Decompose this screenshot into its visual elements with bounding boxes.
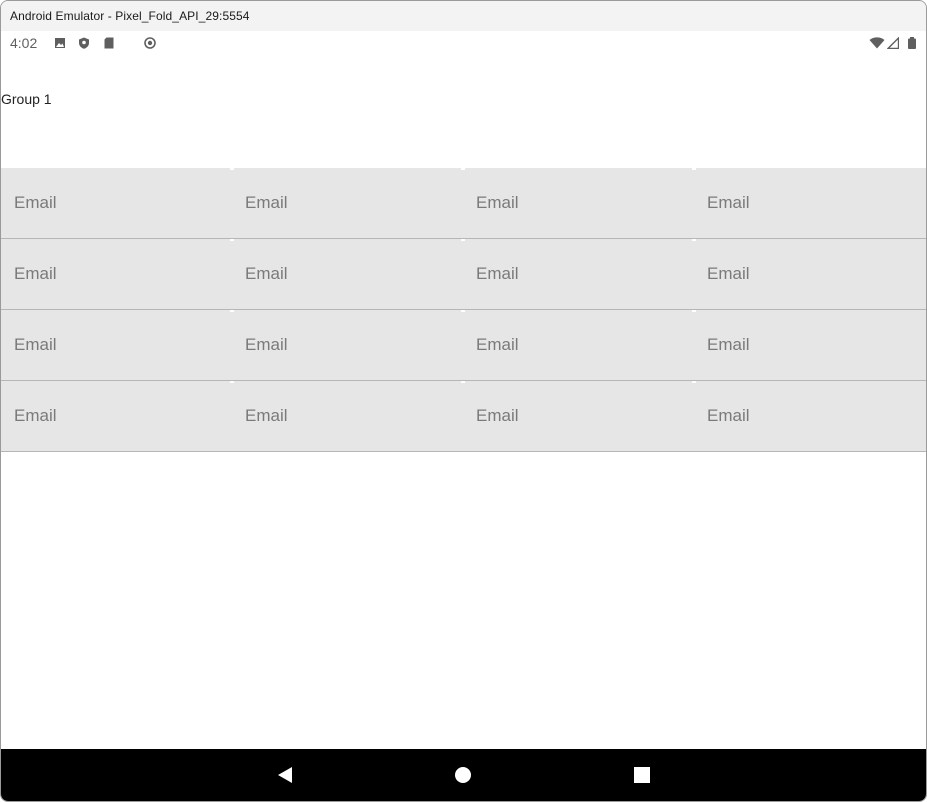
email-field[interactable]: Email xyxy=(461,310,694,380)
email-field[interactable]: Email xyxy=(1,310,232,380)
email-field[interactable]: Email xyxy=(230,239,463,309)
email-field[interactable]: Email xyxy=(461,168,694,238)
sd-card-icon xyxy=(104,37,114,49)
email-field[interactable]: Email xyxy=(692,381,926,451)
signal-icon xyxy=(887,37,899,49)
back-icon[interactable] xyxy=(275,765,295,785)
email-field[interactable]: Email xyxy=(1,168,232,238)
circle-target-icon xyxy=(144,37,156,49)
battery-icon xyxy=(908,37,916,49)
status-bar: 4:02 xyxy=(1,31,926,57)
wifi-icon xyxy=(869,37,885,49)
window-title: Android Emulator - Pixel_Fold_API_29:555… xyxy=(10,9,250,23)
group-label: Group 1 xyxy=(1,91,52,107)
email-field[interactable]: Email xyxy=(1,381,232,451)
email-grid: Email Email Email Email Email Email Emai… xyxy=(1,168,926,452)
grid-row: Email Email Email Email xyxy=(1,168,926,239)
email-field[interactable]: Email xyxy=(230,168,463,238)
window-titlebar[interactable]: Android Emulator - Pixel_Fold_API_29:555… xyxy=(1,1,926,31)
grid-row: Email Email Email Email xyxy=(1,239,926,310)
image-icon xyxy=(55,38,65,48)
email-field[interactable]: Email xyxy=(1,239,232,309)
emulator-window: Android Emulator - Pixel_Fold_API_29:555… xyxy=(0,0,927,802)
email-field[interactable]: Email xyxy=(692,310,926,380)
grid-row: Email Email Email Email xyxy=(1,381,926,452)
email-field[interactable]: Email xyxy=(230,381,463,451)
navigation-bar xyxy=(1,749,926,801)
email-field[interactable]: Email xyxy=(692,168,926,238)
device-screen: 4:02 Group 1 Email Email Email Email Ema… xyxy=(1,31,926,801)
status-time: 4:02 xyxy=(10,35,38,51)
grid-row: Email Email Email Email xyxy=(1,310,926,381)
shield-icon xyxy=(79,37,89,49)
email-field[interactable]: Email xyxy=(461,381,694,451)
email-field[interactable]: Email xyxy=(461,239,694,309)
home-icon[interactable] xyxy=(453,765,473,785)
recents-icon[interactable] xyxy=(632,765,652,785)
email-field[interactable]: Email xyxy=(230,310,463,380)
email-field[interactable]: Email xyxy=(692,239,926,309)
